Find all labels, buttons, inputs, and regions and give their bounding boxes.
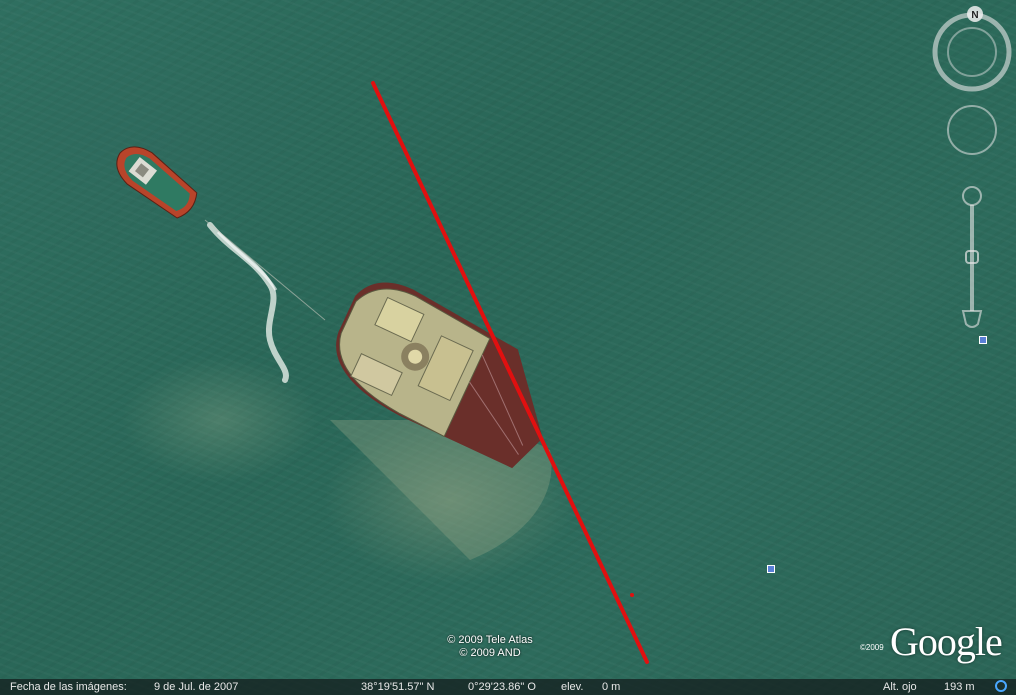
logo-year: ©2009 [860, 643, 884, 652]
eye-altitude-label: Alt. ojo [883, 681, 917, 693]
tugboat-wake [207, 222, 289, 383]
placemark-marker[interactable] [979, 336, 987, 344]
imagery-date-label: Fecha de las imágenes: [10, 681, 127, 693]
elevation-value: 0 m [602, 681, 621, 693]
longitude-readout: 0°29'23.86" O [468, 681, 536, 693]
zoom-slider[interactable] [961, 186, 983, 328]
logo-wordmark: Google [890, 619, 1003, 664]
map-copyright: © 2009 Tele Atlas © 2009 AND [390, 634, 590, 660]
imagery-date-value: 9 de Jul. de 2007 [154, 681, 239, 693]
copyright-line: © 2009 AND [459, 647, 521, 659]
satellite-map-view[interactable]: N © 2009 Tele Atlas © 2009 AND ©2009 Goo… [0, 0, 1016, 695]
elevation-label: elev. [561, 681, 584, 693]
streaming-status-icon [995, 680, 1007, 692]
placemark-marker[interactable] [767, 565, 775, 573]
measurement-point [630, 593, 634, 597]
compass-north-label: N [971, 10, 978, 21]
map-imagery [116, 81, 649, 664]
status-bar: Fecha de las imágenes: 9 de Jul. de 2007… [0, 679, 1016, 695]
compass-ring[interactable]: N [932, 6, 1012, 92]
latitude-readout: 38°19'51.57" N [361, 681, 435, 693]
look-joystick[interactable] [947, 105, 997, 155]
copyright-line: © 2009 Tele Atlas [447, 634, 533, 646]
navigation-controls[interactable]: N [930, 6, 1014, 346]
eye-altitude-value: 193 m [944, 681, 975, 693]
tow-line [204, 219, 326, 321]
tugboat [116, 146, 198, 219]
